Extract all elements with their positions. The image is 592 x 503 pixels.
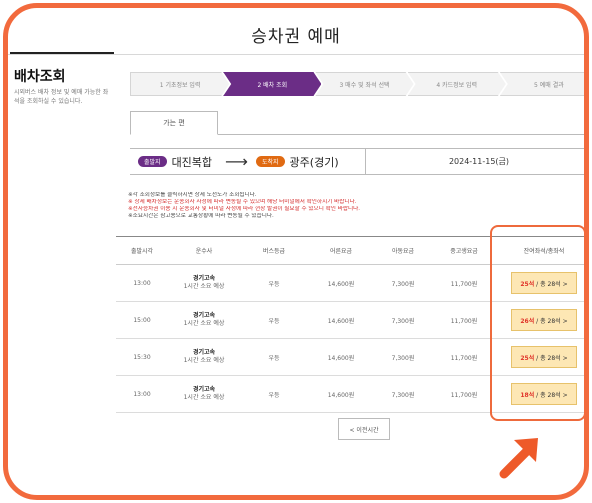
company-cell: 경기고속 1시간 소요 예상 bbox=[168, 375, 240, 413]
duration: 1시간 소요 예상 bbox=[183, 320, 225, 327]
bus-grade: 우등 bbox=[240, 375, 308, 413]
step-schedule: 2 배차 조회 bbox=[223, 72, 321, 96]
notice-3: ※전자승차권 이용 시 운송회사 및 터미널 사정에 따라 현장 발권이 필요할… bbox=[128, 206, 361, 212]
notice-list: ※각 조회정보를 클릭하시면 상세 노선도가 조회됩니다. ※ 상세 배차정보는… bbox=[128, 192, 488, 220]
adult-fare: 14,600원 bbox=[308, 264, 374, 302]
step-card-info: 4 카드정보 입력 bbox=[408, 72, 506, 96]
duration: 1시간 소요 예상 bbox=[183, 283, 225, 290]
seat-column-highlight bbox=[490, 225, 584, 421]
departure-date: 2024-11-15(금) bbox=[366, 148, 584, 175]
departure-time: 15:30 bbox=[116, 338, 168, 376]
arrow-up-right-icon bbox=[499, 438, 538, 479]
company-cell: 경기고속 1시간 소요 예상 bbox=[168, 264, 240, 302]
adult-fare: 14,600원 bbox=[308, 301, 374, 339]
header-child-fare: 아동요금 bbox=[374, 236, 432, 265]
title-divider bbox=[8, 54, 584, 55]
tab-oneway[interactable]: 가는 편 bbox=[130, 111, 218, 135]
sidebar-description: 시외버스 배차 정보 및 예매 가능한 좌석을 조회하실 수 있습니다. bbox=[14, 89, 109, 105]
teen-fare: 11,700원 bbox=[432, 375, 496, 413]
sidebar-divider bbox=[10, 52, 114, 54]
header-adult-fare: 어른요금 bbox=[308, 236, 374, 265]
company-name: 경기고속 bbox=[192, 386, 216, 393]
departure-terminal: 대진복합 bbox=[171, 155, 213, 169]
sidebar-title: 배차조회 bbox=[14, 69, 66, 85]
bus-grade: 우등 bbox=[240, 301, 308, 339]
duration: 1시간 소요 예상 bbox=[183, 394, 225, 401]
screenshot-frame: 승차권 예매 배차조회 시외버스 배차 정보 및 예매 가능한 좌석을 조회하실… bbox=[3, 3, 589, 500]
step-seat-select: 3 매수 및 좌석 선택 bbox=[315, 72, 413, 96]
company-cell: 경기고속 1시간 소요 예상 bbox=[168, 301, 240, 339]
teen-fare: 11,700원 bbox=[432, 301, 496, 339]
route-summary: 출발지 대진복합 ⟶ 도착지 광주(경기) bbox=[130, 148, 366, 175]
header-teen-fare: 중고생요금 bbox=[432, 236, 496, 265]
header-departure-time: 출발시각 bbox=[116, 236, 168, 265]
step-result: 5 예매 결과 bbox=[500, 72, 589, 96]
company-name: 경기고속 bbox=[192, 312, 216, 319]
teen-fare: 11,700원 bbox=[432, 338, 496, 376]
header-bus-grade: 버스등급 bbox=[240, 236, 308, 265]
company-cell: 경기고속 1시간 소요 예상 bbox=[168, 338, 240, 376]
page-title: 승차권 예매 bbox=[251, 27, 341, 47]
duration: 1시간 소요 예상 bbox=[183, 357, 225, 364]
arrival-badge: 도착지 bbox=[255, 156, 285, 167]
previous-time-button[interactable]: < 이전시간 bbox=[338, 418, 390, 440]
step-basic-info: 1 기초정보 입력 bbox=[130, 72, 229, 96]
header-company: 운수사 bbox=[168, 236, 240, 265]
arrival-terminal: 광주(경기) bbox=[289, 155, 339, 169]
child-fare: 7,300원 bbox=[374, 375, 432, 413]
teen-fare: 11,700원 bbox=[432, 264, 496, 302]
notice-1: ※각 조회정보를 클릭하시면 상세 노선도가 조회됩니다. bbox=[128, 192, 257, 198]
departure-time: 13:00 bbox=[116, 264, 168, 302]
bus-grade: 우등 bbox=[240, 338, 308, 376]
departure-time: 13:00 bbox=[116, 375, 168, 413]
departure-time: 15:00 bbox=[116, 301, 168, 339]
notice-2: ※ 상세 배차정보는 운송회사 사정에 따라 변동될 수 있으며 해당 터미널에… bbox=[128, 199, 357, 205]
notice-4: ※소요시간은 참고용으로 교통상황에 따라 변동될 수 있습니다. bbox=[128, 213, 274, 219]
adult-fare: 14,600원 bbox=[308, 375, 374, 413]
adult-fare: 14,600원 bbox=[308, 338, 374, 376]
departure-badge: 출발지 bbox=[138, 156, 167, 167]
arrow-right-icon: ⟶ bbox=[225, 152, 248, 171]
child-fare: 7,300원 bbox=[374, 264, 432, 302]
company-name: 경기고속 bbox=[192, 275, 216, 282]
child-fare: 7,300원 bbox=[374, 301, 432, 339]
bus-grade: 우등 bbox=[240, 264, 308, 302]
company-name: 경기고속 bbox=[192, 349, 216, 356]
progress-steps: 1 기초정보 입력 2 배차 조회 3 매수 및 좌석 선택 4 카드정보 입력… bbox=[130, 72, 589, 96]
child-fare: 7,300원 bbox=[374, 338, 432, 376]
